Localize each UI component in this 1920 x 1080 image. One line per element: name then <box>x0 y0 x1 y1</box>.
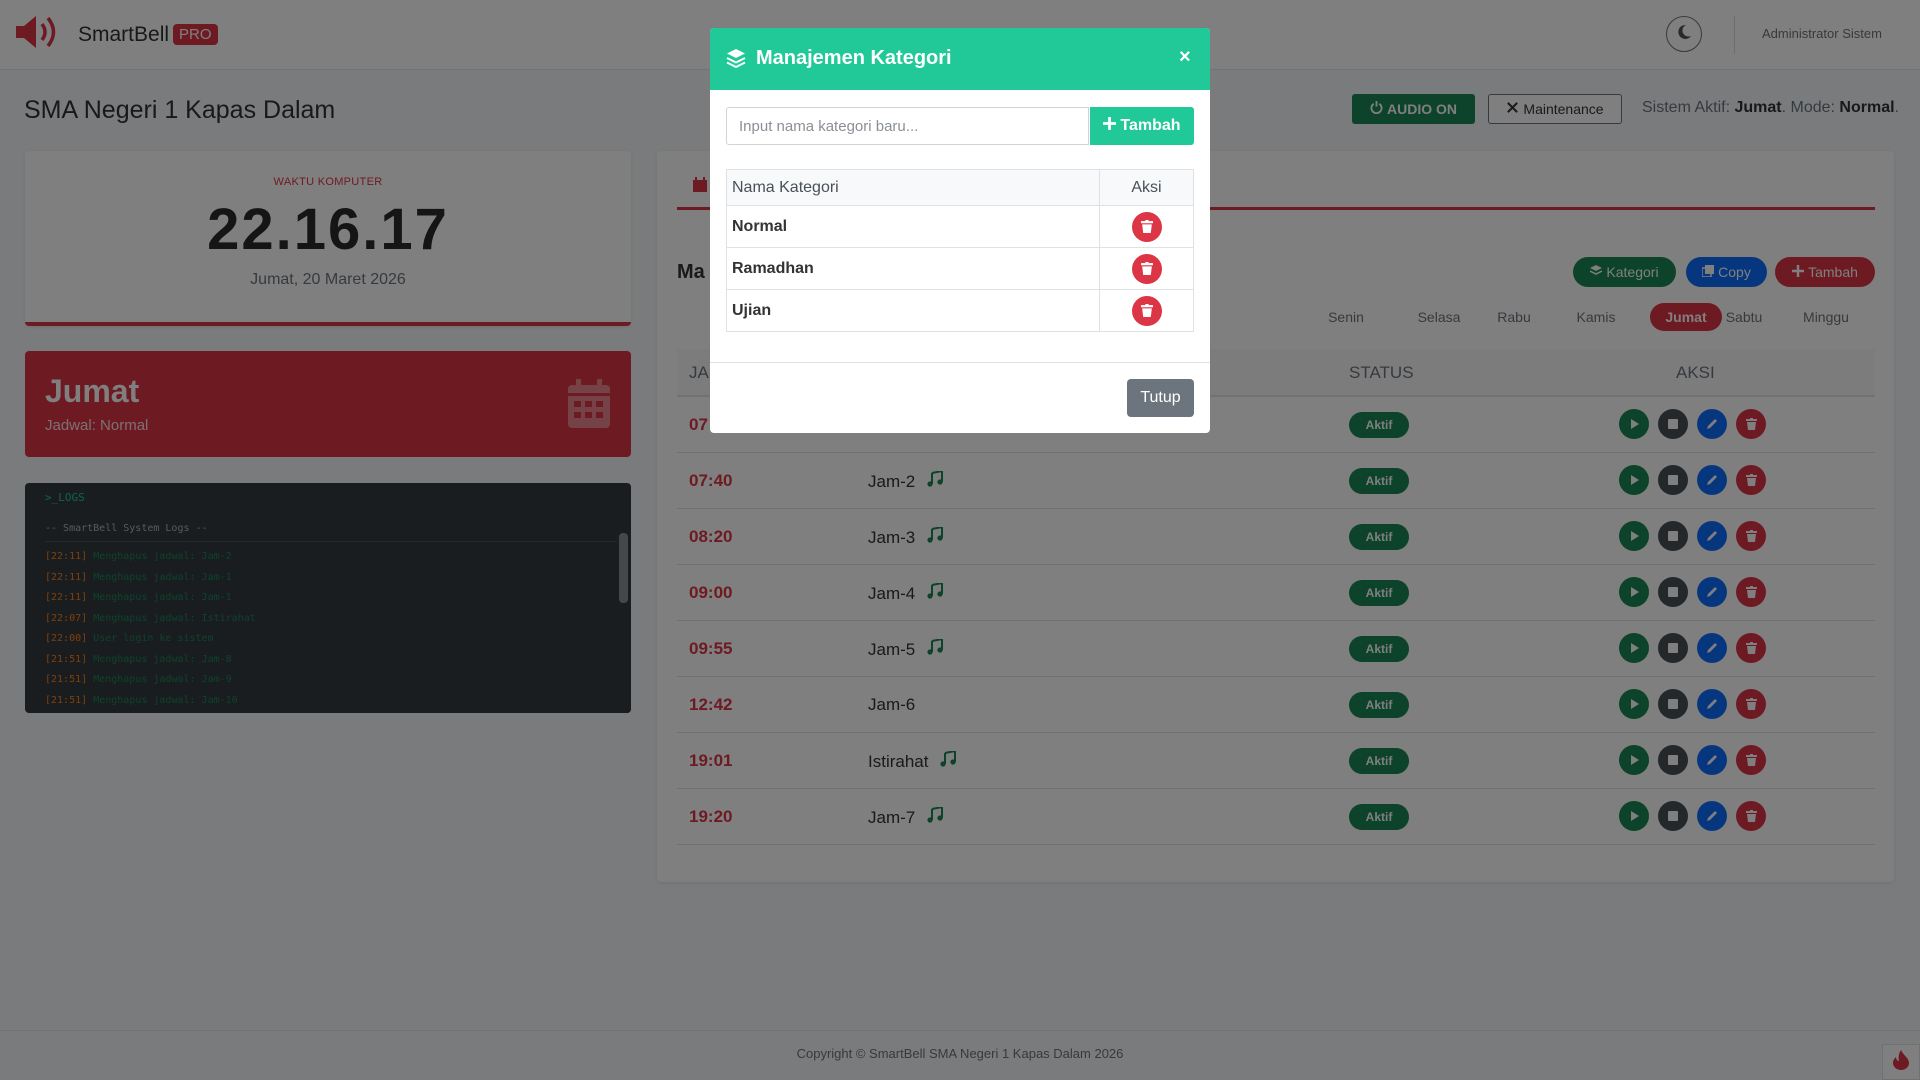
delete-category-button[interactable] <box>1131 295 1162 326</box>
modal-title: Manajemen Kategori <box>756 47 952 69</box>
category-row: Ujian <box>726 289 1194 332</box>
category-action-cell <box>1099 247 1194 290</box>
layers-icon <box>726 48 746 73</box>
category-action-cell <box>1099 205 1194 248</box>
delete-category-button[interactable] <box>1131 253 1162 284</box>
add-category-label: Tambah <box>1120 117 1181 134</box>
plus-icon <box>1103 117 1117 135</box>
category-table-header: Nama Kategori Aksi <box>726 169 1194 206</box>
category-name-input[interactable] <box>726 107 1089 145</box>
category-table: Nama Kategori Aksi Normal Ramadhan Ujian <box>726 169 1194 332</box>
trash-icon <box>1140 262 1153 275</box>
category-row: Ramadhan <box>726 247 1194 290</box>
category-action-cell <box>1099 289 1194 332</box>
column-category-action: Aksi <box>1099 169 1194 206</box>
category-row: Normal <box>726 205 1194 248</box>
category-name: Ujian <box>726 289 1100 332</box>
close-icon[interactable]: × <box>1179 46 1191 69</box>
kategori-modal: Manajemen Kategori × Tambah Nama Kategor… <box>710 28 1210 433</box>
delete-category-button[interactable] <box>1131 211 1162 242</box>
modal-footer: Tutup <box>710 362 1210 433</box>
add-category-button[interactable]: Tambah <box>1090 107 1194 145</box>
category-rows: Normal Ramadhan Ujian <box>726 205 1194 332</box>
column-category-name: Nama Kategori <box>726 169 1100 206</box>
modal-header: Manajemen Kategori × <box>710 28 1210 90</box>
tutup-button[interactable]: Tutup <box>1127 379 1194 417</box>
category-name: Normal <box>726 205 1100 248</box>
trash-icon <box>1140 304 1153 317</box>
trash-icon <box>1140 220 1153 233</box>
category-name: Ramadhan <box>726 247 1100 290</box>
